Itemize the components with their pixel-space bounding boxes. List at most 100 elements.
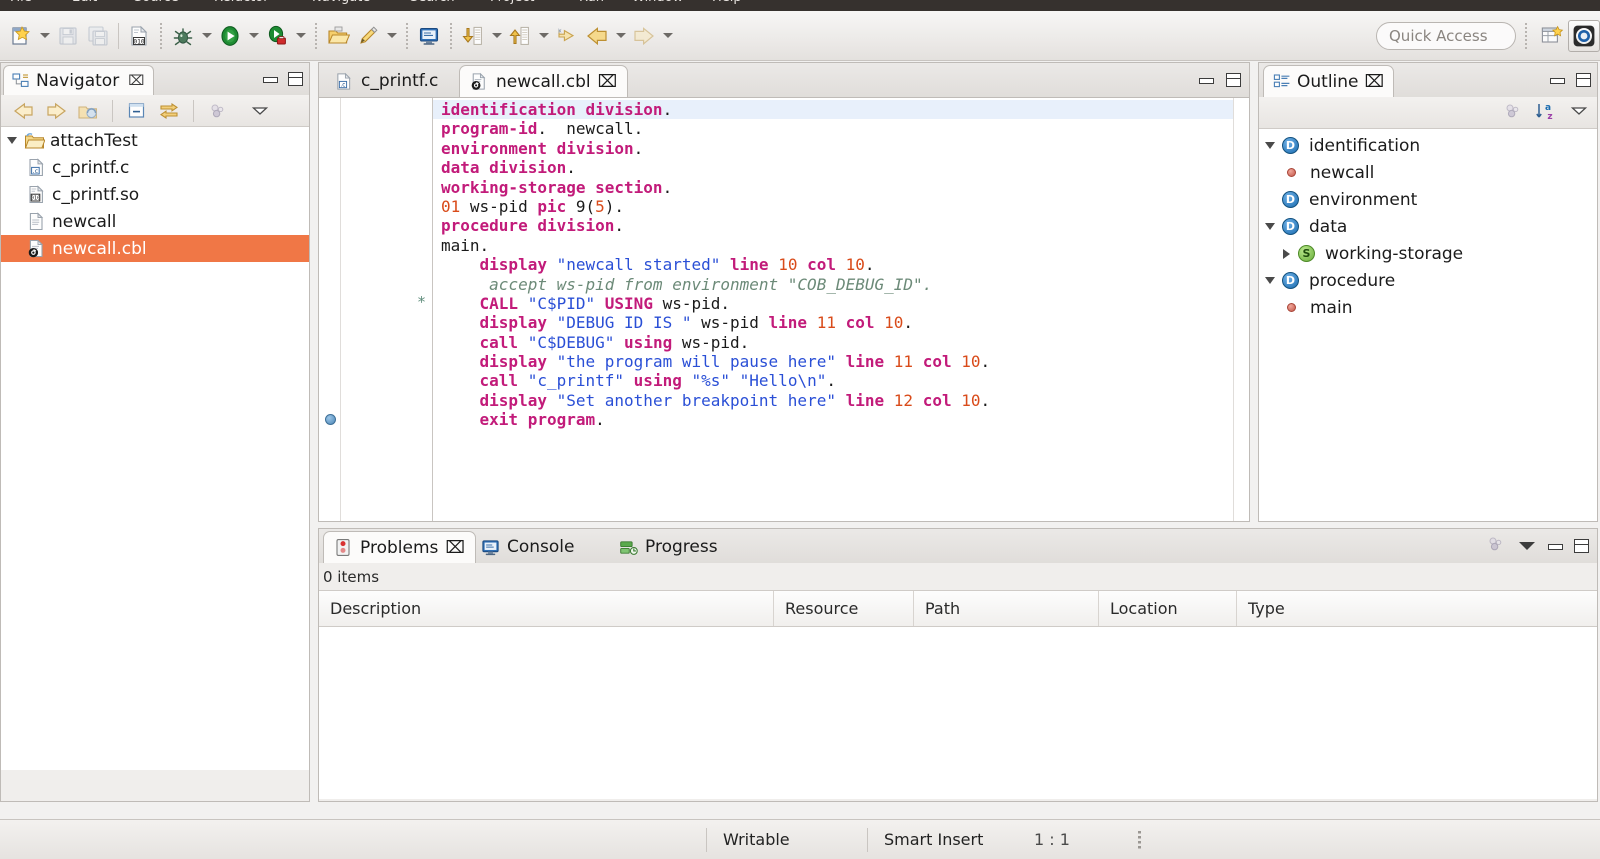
- navigator-tree[interactable]: attachTest .c c_printf.c 010 c_printf.so: [1, 127, 309, 770]
- maximize-icon[interactable]: [1226, 73, 1241, 87]
- menu-item-source[interactable]: Source: [134, 0, 179, 5]
- status-resize-grip[interactable]: [1138, 831, 1141, 849]
- close-icon[interactable]: ⌧: [1365, 72, 1385, 92]
- perspective-cobol-button[interactable]: [1568, 20, 1600, 52]
- twisty-expanded-icon[interactable]: [1263, 277, 1277, 284]
- quick-access-input[interactable]: Quick Access: [1376, 22, 1516, 50]
- view-menu-icon[interactable]: [1519, 542, 1535, 550]
- tab-progress[interactable]: Progress: [609, 531, 728, 563]
- menu-item-edit[interactable]: Edit: [72, 0, 97, 5]
- close-icon[interactable]: ⌧: [445, 538, 465, 558]
- code-line[interactable]: 01 ws-pid pic 9(5).: [433, 197, 1233, 216]
- next-annotation-icon[interactable]: [458, 20, 488, 52]
- tab-navigator[interactable]: Navigator ⌧: [3, 65, 154, 95]
- debug-dropdown-icon[interactable]: [198, 20, 215, 52]
- menu-item-search[interactable]: Search: [410, 0, 455, 5]
- tab-problems[interactable]: Problems ⌧: [323, 531, 476, 563]
- open-resource-icon[interactable]: [323, 20, 353, 52]
- editor-overview-ruler[interactable]: [1233, 98, 1249, 521]
- tab-outline[interactable]: Outline ⌧: [1263, 65, 1394, 97]
- twisty-collapsed-icon[interactable]: [1279, 249, 1293, 259]
- minimize-icon[interactable]: [263, 74, 276, 85]
- tree-item-c-printf-c[interactable]: .c c_printf.c: [1, 154, 309, 181]
- problems-table-body[interactable]: [319, 627, 1597, 799]
- view-menu-filter-icon[interactable]: [203, 98, 233, 124]
- code-line[interactable]: data division.: [433, 158, 1233, 177]
- maximize-icon[interactable]: [1576, 73, 1591, 87]
- outline-item-identification[interactable]: D identification: [1259, 132, 1597, 159]
- filter-icon[interactable]: [1503, 102, 1523, 124]
- outline-item-newcall[interactable]: newcall: [1259, 159, 1597, 186]
- code-line[interactable]: main.: [433, 236, 1233, 255]
- editor-annotation-ruler[interactable]: [319, 98, 341, 521]
- forward-dropdown-icon[interactable]: [659, 20, 676, 52]
- open-console-icon[interactable]: [414, 20, 444, 52]
- forward-icon[interactable]: [41, 98, 71, 124]
- maximize-icon[interactable]: [1574, 539, 1589, 553]
- forward-icon[interactable]: [629, 20, 659, 52]
- outline-tree[interactable]: D identification newcall D environment D…: [1259, 129, 1597, 521]
- code-line[interactable]: accept ws-pid from environment "COB_DEBU…: [433, 275, 1233, 294]
- code-line[interactable]: display "DEBUG ID IS " ws-pid line 11 co…: [433, 313, 1233, 332]
- code-line[interactable]: identification division.: [433, 100, 1233, 119]
- outline-item-environment[interactable]: D environment: [1259, 186, 1597, 213]
- tree-item-newcall-cbl[interactable]: newcall.cbl: [1, 235, 309, 262]
- back-icon[interactable]: [582, 20, 612, 52]
- menu-item-file[interactable]: File: [10, 0, 32, 5]
- tab-console[interactable]: Console: [471, 531, 585, 563]
- previous-annotation-dropdown-icon[interactable]: [535, 20, 552, 52]
- code-line[interactable]: CALL "C$PID" USING ws-pid.: [433, 294, 1233, 313]
- build-icon[interactable]: 010: [124, 20, 154, 52]
- collapse-all-icon[interactable]: [122, 98, 152, 124]
- menu-bar[interactable]: FileEditSourceRefactorNavigateSearchProj…: [0, 0, 1600, 11]
- close-icon[interactable]: ⌧: [598, 72, 618, 92]
- tab-c-printf-c[interactable]: .c c_printf.c: [325, 65, 448, 97]
- column-header-type[interactable]: Type: [1237, 591, 1597, 626]
- code-line[interactable]: display "Set another breakpoint here" li…: [433, 391, 1233, 410]
- tab-newcall-cbl[interactable]: newcall.cbl ⌧: [459, 65, 628, 97]
- menu-item-help[interactable]: Help: [712, 0, 742, 5]
- code-line[interactable]: exit program.: [433, 410, 1233, 429]
- close-icon[interactable]: ⌧: [128, 73, 144, 89]
- menu-item-window[interactable]: Window: [632, 0, 683, 5]
- menu-item-navigate[interactable]: Navigate: [312, 0, 370, 5]
- view-menu-icon[interactable]: [1569, 103, 1589, 123]
- save-icon[interactable]: [53, 20, 83, 52]
- code-line[interactable]: display "newcall started" line 10 col 10…: [433, 255, 1233, 274]
- marker-icon[interactable]: [353, 20, 383, 52]
- minimize-icon[interactable]: [1199, 75, 1212, 86]
- filter-icon[interactable]: [1486, 535, 1506, 557]
- code-line[interactable]: working-storage section.: [433, 178, 1233, 197]
- outline-item-procedure[interactable]: D procedure: [1259, 267, 1597, 294]
- outline-item-main[interactable]: main: [1259, 294, 1597, 321]
- code-line[interactable]: call "C$DEBUG" using ws-pid.: [433, 333, 1233, 352]
- outline-item-data[interactable]: D data: [1259, 213, 1597, 240]
- twisty-expanded-icon[interactable]: [1263, 223, 1277, 230]
- breakpoint-marker-icon[interactable]: [325, 414, 336, 425]
- minimize-icon[interactable]: [1548, 541, 1561, 552]
- new-wizard-icon[interactable]: [6, 20, 36, 52]
- back-icon[interactable]: [9, 98, 39, 124]
- code-line[interactable]: program-id. newcall.: [433, 119, 1233, 138]
- code-line[interactable]: environment division.: [433, 139, 1233, 158]
- column-header-resource[interactable]: Resource: [774, 591, 914, 626]
- marker-dropdown-icon[interactable]: [383, 20, 400, 52]
- menu-item-refactor[interactable]: Refactor: [214, 0, 269, 5]
- column-header-location[interactable]: Location: [1099, 591, 1237, 626]
- outline-item-working-storage[interactable]: S working-storage: [1259, 240, 1597, 267]
- column-header-path[interactable]: Path: [914, 591, 1099, 626]
- link-with-editor-icon[interactable]: [154, 98, 184, 124]
- code-line[interactable]: procedure division.: [433, 216, 1233, 235]
- home-icon[interactable]: [73, 98, 103, 124]
- next-annotation-dropdown-icon[interactable]: [488, 20, 505, 52]
- maximize-icon[interactable]: [288, 72, 303, 86]
- sort-az-icon[interactable]: a z: [1535, 101, 1557, 125]
- view-menu-icon[interactable]: [245, 98, 275, 124]
- run-external-tools-dropdown-icon[interactable]: [292, 20, 309, 52]
- menu-item-run[interactable]: Run: [579, 0, 604, 5]
- tree-item-c-printf-so[interactable]: 010 c_printf.so: [1, 181, 309, 208]
- debug-icon[interactable]: [168, 20, 198, 52]
- open-perspective-button[interactable]: [1536, 20, 1568, 52]
- back-dropdown-icon[interactable]: [612, 20, 629, 52]
- run-icon[interactable]: [215, 20, 245, 52]
